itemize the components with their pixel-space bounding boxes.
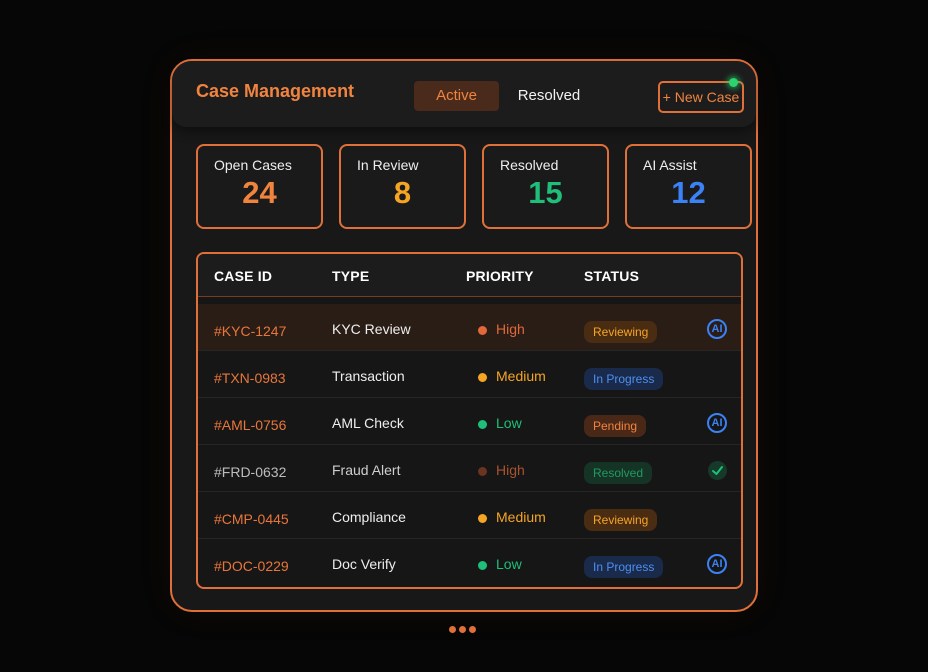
- status-badge: In Progress: [584, 556, 664, 578]
- status-badge: Pending: [584, 415, 647, 437]
- column-header-status[interactable]: STATUS: [584, 268, 639, 284]
- column-header-type[interactable]: TYPE: [332, 268, 369, 284]
- stat-label: In Review: [357, 157, 419, 173]
- stat-value: 24: [242, 175, 277, 210]
- stat-label: Resolved: [500, 157, 559, 173]
- stat-card-in-review: In Review 8: [339, 144, 466, 229]
- priority-dot: [478, 373, 487, 382]
- table-row[interactable]: #CMP-0445 Compliance Medium Reviewing: [198, 492, 741, 539]
- case-id-link[interactable]: #KYC-1247: [214, 323, 286, 339]
- case-id-link[interactable]: #TXN-0983: [214, 370, 286, 386]
- case-type: Fraud Alert: [332, 462, 401, 478]
- case-type: Transaction: [332, 368, 405, 384]
- case-id-link[interactable]: #DOC-0229: [214, 558, 289, 574]
- pagination-dot[interactable]: [449, 626, 456, 633]
- priority-dot: [478, 514, 487, 523]
- priority-dot: [478, 326, 487, 335]
- stat-card-open-cases: Open Cases 24: [196, 144, 323, 229]
- pagination-dot[interactable]: [459, 626, 466, 633]
- priority-dot: [478, 561, 487, 570]
- case-id-link[interactable]: #FRD-0632: [214, 464, 286, 480]
- stat-label: Open Cases: [214, 157, 292, 173]
- stat-card-ai-assist: AI Assist 12: [625, 144, 752, 229]
- status-badge: Reviewing: [584, 509, 658, 531]
- status-badge: Resolved: [584, 462, 653, 484]
- case-id-link[interactable]: #CMP-0445: [214, 511, 289, 527]
- priority-label: High: [496, 321, 525, 337]
- table-row[interactable]: #TXN-0983 Transaction Medium In Progress: [198, 351, 741, 398]
- ai-icon[interactable]: AI: [707, 413, 727, 433]
- card-header: Case Management Active Resolved + New Ca…: [172, 61, 756, 127]
- page-title: Case Management: [196, 81, 355, 101]
- case-management-card: Case Management Active Resolved + New Ca…: [170, 59, 758, 612]
- stat-label: AI Assist: [643, 157, 697, 173]
- check-icon: [708, 461, 727, 480]
- stat-value: 15: [528, 175, 563, 210]
- table-header: CASE ID TYPE PRIORITY STATUS: [198, 254, 741, 297]
- ai-icon[interactable]: AI: [707, 554, 727, 574]
- table-row[interactable]: #KYC-1247 KYC Review High Reviewing AI: [198, 304, 741, 351]
- table-row[interactable]: #FRD-0632 Fraud Alert High Resolved: [198, 445, 741, 492]
- priority-dot: [478, 420, 487, 429]
- stat-card-resolved: Resolved 15: [482, 144, 609, 229]
- tab-resolved[interactable]: Resolved: [505, 81, 593, 111]
- status-badge: Reviewing: [584, 321, 658, 343]
- table-row[interactable]: #DOC-0229 Doc Verify Low In Progress AI: [198, 539, 741, 586]
- case-type: Doc Verify: [332, 556, 396, 572]
- tab-active[interactable]: Active: [414, 81, 499, 111]
- priority-label: Medium: [496, 368, 546, 384]
- priority-label: Low: [496, 415, 522, 431]
- case-type: KYC Review: [332, 321, 411, 337]
- case-type: AML Check: [332, 415, 404, 431]
- priority-label: Low: [496, 556, 522, 572]
- stat-value: 8: [393, 175, 412, 210]
- priority-dot: [478, 467, 487, 476]
- priority-label: Medium: [496, 509, 546, 525]
- stat-value: 12: [671, 175, 706, 210]
- notification-dot: [729, 78, 738, 87]
- case-type: Compliance: [332, 509, 406, 525]
- table-row[interactable]: #AML-0756 AML Check Low Pending AI: [198, 398, 741, 445]
- case-id-link[interactable]: #AML-0756: [214, 417, 286, 433]
- status-badge: In Progress: [584, 368, 664, 390]
- pagination-dots[interactable]: [449, 626, 479, 634]
- priority-label: High: [496, 462, 525, 478]
- pagination-dot[interactable]: [469, 626, 476, 633]
- column-header-case-id[interactable]: CASE ID: [214, 268, 272, 284]
- cases-table: CASE ID TYPE PRIORITY STATUS #KYC-1247 K…: [196, 252, 743, 589]
- ai-icon[interactable]: AI: [707, 319, 727, 339]
- column-header-priority[interactable]: PRIORITY: [466, 268, 534, 284]
